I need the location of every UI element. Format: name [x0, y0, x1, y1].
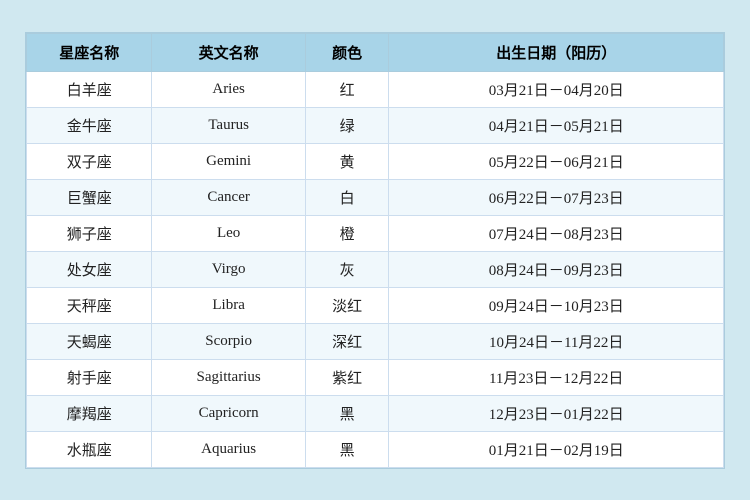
table-row: 射手座Sagittarius紫红11月23日－12月22日: [27, 359, 724, 395]
cell-chinese: 摩羯座: [27, 395, 152, 431]
table-row: 摩羯座Capricorn黑12月23日－01月22日: [27, 395, 724, 431]
cell-date: 12月23日－01月22日: [389, 395, 724, 431]
cell-date: 03月21日－04月20日: [389, 71, 724, 107]
table-row: 处女座Virgo灰08月24日－09月23日: [27, 251, 724, 287]
cell-english: Scorpio: [152, 323, 305, 359]
cell-chinese: 天蝎座: [27, 323, 152, 359]
cell-english: Capricorn: [152, 395, 305, 431]
header-english: 英文名称: [152, 33, 305, 71]
cell-english: Virgo: [152, 251, 305, 287]
header-date: 出生日期（阳历）: [389, 33, 724, 71]
cell-date: 10月24日－11月22日: [389, 323, 724, 359]
table-header-row: 星座名称 英文名称 颜色 出生日期（阳历）: [27, 33, 724, 71]
zodiac-table-container: 星座名称 英文名称 颜色 出生日期（阳历） 白羊座Aries红03月21日－04…: [25, 32, 725, 469]
cell-color: 白: [305, 179, 389, 215]
cell-chinese: 射手座: [27, 359, 152, 395]
cell-english: Sagittarius: [152, 359, 305, 395]
cell-color: 黑: [305, 431, 389, 467]
table-body: 白羊座Aries红03月21日－04月20日金牛座Taurus绿04月21日－0…: [27, 71, 724, 467]
cell-date: 08月24日－09月23日: [389, 251, 724, 287]
cell-date: 06月22日－07月23日: [389, 179, 724, 215]
cell-color: 淡红: [305, 287, 389, 323]
cell-date: 05月22日－06月21日: [389, 143, 724, 179]
cell-date: 09月24日－10月23日: [389, 287, 724, 323]
cell-color: 灰: [305, 251, 389, 287]
cell-color: 黑: [305, 395, 389, 431]
cell-date: 01月21日－02月19日: [389, 431, 724, 467]
cell-date: 07月24日－08月23日: [389, 215, 724, 251]
table-row: 水瓶座Aquarius黑01月21日－02月19日: [27, 431, 724, 467]
table-row: 天蝎座Scorpio深红10月24日－11月22日: [27, 323, 724, 359]
cell-english: Leo: [152, 215, 305, 251]
header-color: 颜色: [305, 33, 389, 71]
header-chinese: 星座名称: [27, 33, 152, 71]
table-row: 金牛座Taurus绿04月21日－05月21日: [27, 107, 724, 143]
cell-chinese: 白羊座: [27, 71, 152, 107]
cell-chinese: 双子座: [27, 143, 152, 179]
cell-color: 紫红: [305, 359, 389, 395]
cell-english: Libra: [152, 287, 305, 323]
cell-color: 绿: [305, 107, 389, 143]
cell-english: Cancer: [152, 179, 305, 215]
cell-chinese: 天秤座: [27, 287, 152, 323]
cell-chinese: 巨蟹座: [27, 179, 152, 215]
table-row: 狮子座Leo橙07月24日－08月23日: [27, 215, 724, 251]
table-row: 巨蟹座Cancer白06月22日－07月23日: [27, 179, 724, 215]
cell-date: 11月23日－12月22日: [389, 359, 724, 395]
cell-date: 04月21日－05月21日: [389, 107, 724, 143]
table-row: 白羊座Aries红03月21日－04月20日: [27, 71, 724, 107]
cell-english: Taurus: [152, 107, 305, 143]
cell-chinese: 狮子座: [27, 215, 152, 251]
cell-chinese: 处女座: [27, 251, 152, 287]
cell-english: Aquarius: [152, 431, 305, 467]
table-row: 双子座Gemini黄05月22日－06月21日: [27, 143, 724, 179]
cell-english: Aries: [152, 71, 305, 107]
cell-color: 橙: [305, 215, 389, 251]
cell-color: 黄: [305, 143, 389, 179]
cell-chinese: 水瓶座: [27, 431, 152, 467]
zodiac-table: 星座名称 英文名称 颜色 出生日期（阳历） 白羊座Aries红03月21日－04…: [26, 33, 724, 468]
cell-color: 红: [305, 71, 389, 107]
table-row: 天秤座Libra淡红09月24日－10月23日: [27, 287, 724, 323]
cell-color: 深红: [305, 323, 389, 359]
cell-english: Gemini: [152, 143, 305, 179]
cell-chinese: 金牛座: [27, 107, 152, 143]
